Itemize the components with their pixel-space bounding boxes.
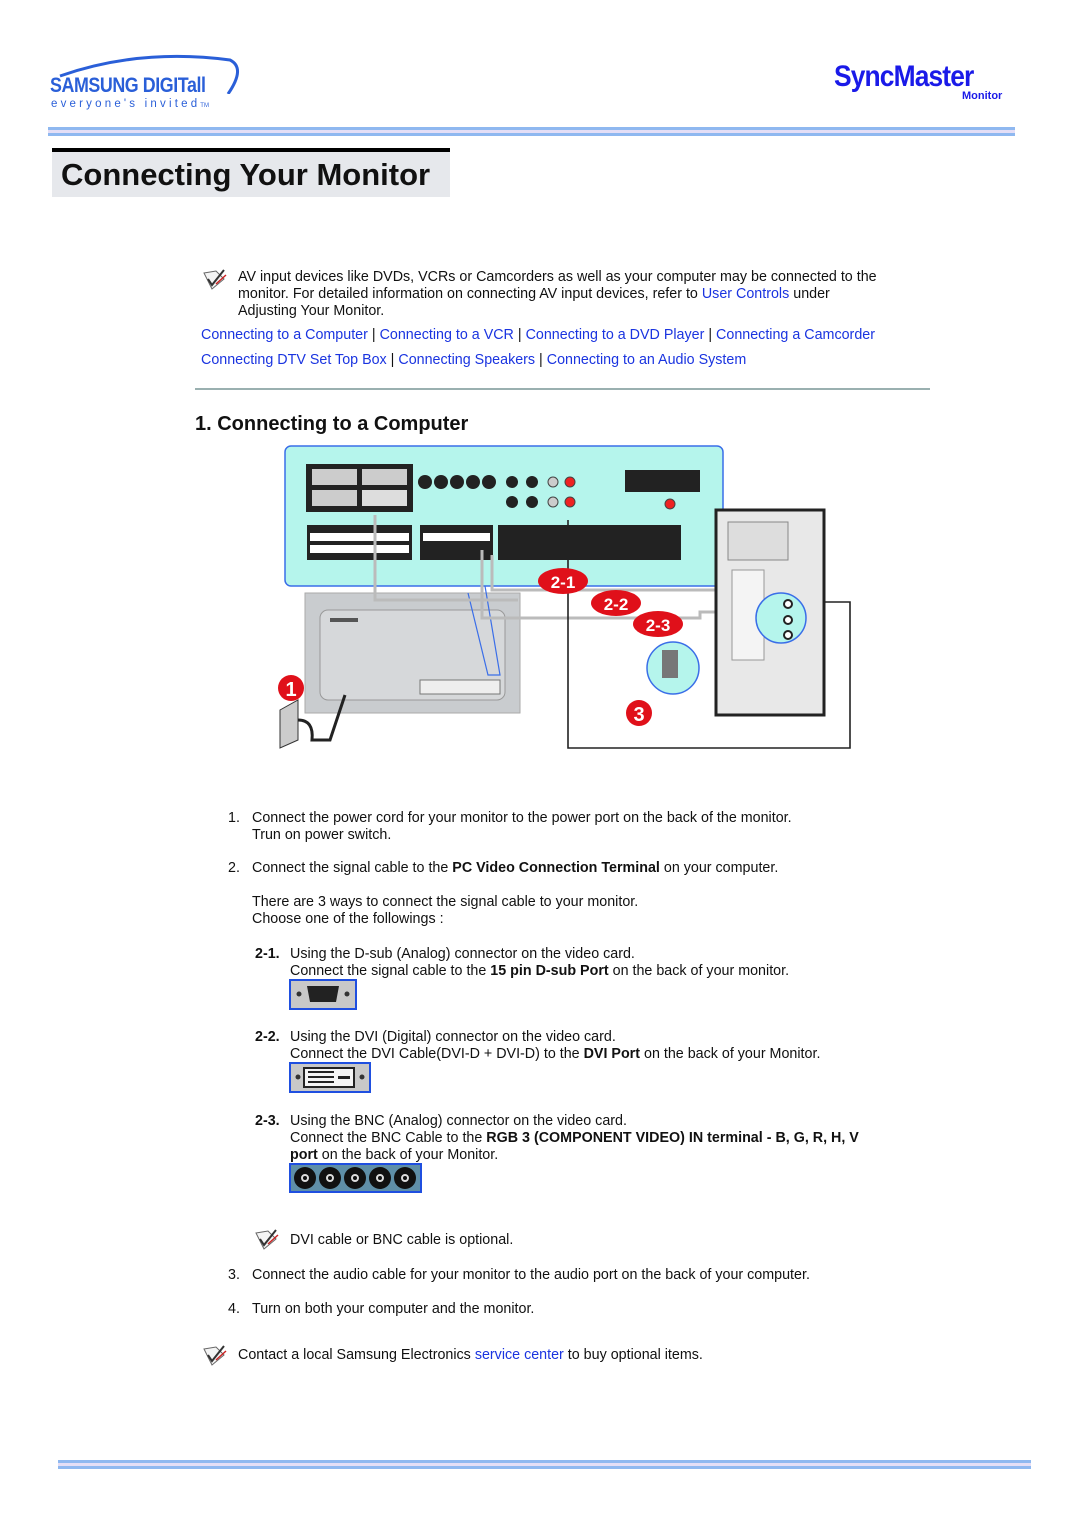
text: to buy optional items. xyxy=(563,1347,703,1363)
separator: | xyxy=(367,327,380,343)
step-2-text: Connect the signal cable to the PC Video… xyxy=(252,860,778,877)
user-controls-link[interactable]: User Controls xyxy=(702,286,789,302)
page: SAMSUNG DIGITall everyone's invitedTM Sy… xyxy=(0,0,1080,1528)
svg-text:2-1: 2-1 xyxy=(551,573,576,592)
text: Connect the signal cable to the xyxy=(252,860,453,876)
step-2-2-line-2: Connect the DVI Cable(DVI-D + DVI-D) to … xyxy=(290,1046,820,1063)
text: on the back of your Monitor. xyxy=(317,1147,499,1163)
optional-cable-note: DVI cable or BNC cable is optional. xyxy=(290,1232,514,1248)
intro-line-3: Adjusting Your Monitor. xyxy=(238,303,385,319)
section-divider xyxy=(195,388,930,390)
syncmaster-sub: Monitor xyxy=(962,90,1003,102)
step-2-3-line-2: Connect the BNC Cable to the RGB 3 (COMP… xyxy=(290,1130,859,1147)
intro-text: monitor. For detailed information on con… xyxy=(238,286,702,302)
text: Connect the DVI Cable(DVI-D + DVI-D) to … xyxy=(290,1046,584,1062)
dvi-port-label: DVI Port xyxy=(583,1046,641,1062)
footer-note: Contact a local Samsung Electronics serv… xyxy=(238,1347,703,1364)
step-3-text: Connect the audio cable for your monitor… xyxy=(252,1267,810,1283)
link-connecting-computer[interactable]: Connecting to a Computer xyxy=(201,327,368,343)
logo-brand: SAMSUNG DIGITall xyxy=(50,74,206,97)
text: Connect the signal cable to the xyxy=(290,963,491,979)
step-4-number: 4. xyxy=(228,1301,240,1317)
separator: | xyxy=(513,327,526,343)
note-check-icon xyxy=(203,1345,227,1366)
dvi-port-image xyxy=(289,1062,371,1093)
page-title: Connecting Your Monitor xyxy=(61,157,431,192)
text: on the back of your Monitor. xyxy=(640,1046,821,1062)
dsub-port-label: 15 pin D-sub Port xyxy=(490,963,609,979)
step-2-number: 2. xyxy=(228,860,240,876)
step-2-1-line-2: Connect the signal cable to the 15 pin D… xyxy=(290,963,789,980)
rgb3-terminal-label: RGB 3 (COMPONENT VIDEO) IN terminal - B,… xyxy=(486,1130,859,1146)
step-2-3-number: 2-3. xyxy=(255,1113,280,1129)
note-check-icon xyxy=(255,1229,279,1250)
syncmaster-logo: SyncMaster Monitor xyxy=(834,60,1014,106)
dsub-port-image xyxy=(289,979,357,1010)
text: Contact a local Samsung Electronics xyxy=(238,1347,475,1363)
connection-diagram: 1 2-1 2-2 2-3 3 xyxy=(278,445,851,749)
section-heading: 1. Connecting to a Computer xyxy=(195,413,469,435)
bnc-ports-image xyxy=(289,1163,422,1193)
step-4-text: Turn on both your computer and the monit… xyxy=(252,1301,535,1317)
step-2-2-number: 2-2. xyxy=(255,1029,280,1045)
intro-text: under xyxy=(789,286,830,302)
port-label: port xyxy=(290,1147,318,1163)
step-2-1-line-1: Using the D-sub (Analog) connector on th… xyxy=(290,946,635,962)
svg-text:2-3: 2-3 xyxy=(646,616,671,635)
step-2-2-line-1: Using the DVI (Digital) connector on the… xyxy=(290,1029,616,1045)
logo-tagline: everyone's invited xyxy=(51,98,201,110)
separator: | xyxy=(386,352,399,368)
step-3-number: 3. xyxy=(228,1267,240,1283)
separator: | xyxy=(704,327,717,343)
nav-links-row-1: Connecting to a Computer | Connecting to… xyxy=(201,327,875,344)
step-2-3-line-3: port on the back of your Monitor. xyxy=(290,1147,498,1164)
step-2-3-line-1: Using the BNC (Analog) connector on the … xyxy=(290,1113,627,1129)
svg-text:1: 1 xyxy=(285,679,296,701)
link-connecting-dvd[interactable]: Connecting to a DVD Player xyxy=(526,327,705,343)
svg-text:2-2: 2-2 xyxy=(604,595,629,614)
intro-line-1: AV input devices like DVDs, VCRs or Camc… xyxy=(238,269,877,285)
separator: | xyxy=(535,352,547,368)
link-connecting-camcorder[interactable]: Connecting a Camcorder xyxy=(716,327,875,343)
text: on your computer. xyxy=(659,860,779,876)
samsung-digitall-logo: SAMSUNG DIGITall everyone's invitedTM xyxy=(50,54,245,114)
link-connecting-dtv[interactable]: Connecting DTV Set Top Box xyxy=(201,352,387,368)
logo-tm: TM xyxy=(200,103,209,109)
step-1-number: 1. xyxy=(228,810,240,826)
link-connecting-speakers[interactable]: Connecting Speakers xyxy=(398,352,535,368)
step-2-para-2: Choose one of the followings : xyxy=(252,911,444,927)
footer-rule-bottom xyxy=(58,1466,1031,1469)
link-connecting-vcr[interactable]: Connecting to a VCR xyxy=(380,327,514,343)
note-check-icon xyxy=(203,269,227,290)
intro-line-2: monitor. For detailed information on con… xyxy=(238,286,830,303)
step-2-1-number: 2-1. xyxy=(255,946,280,962)
nav-links-row-2: Connecting DTV Set Top Box | Connecting … xyxy=(201,352,746,369)
step-2-para-1: There are 3 ways to connect the signal c… xyxy=(252,894,639,910)
svg-text:3: 3 xyxy=(633,704,644,726)
text: Connect the BNC Cable to the xyxy=(290,1130,487,1146)
step-1-text-2: Trun on power switch. xyxy=(252,827,392,843)
header-rule-bottom xyxy=(48,133,1015,136)
text: on the back of your monitor. xyxy=(608,963,790,979)
syncmaster-brand: SyncMaster xyxy=(834,60,974,93)
step-1-text: Connect the power cord for your monitor … xyxy=(252,810,792,826)
title-box: Connecting Your Monitor xyxy=(52,152,450,197)
pc-video-terminal-label: PC Video Connection Terminal xyxy=(452,860,660,876)
service-center-link[interactable]: service center xyxy=(475,1347,564,1363)
link-connecting-audio[interactable]: Connecting to an Audio System xyxy=(547,352,747,368)
